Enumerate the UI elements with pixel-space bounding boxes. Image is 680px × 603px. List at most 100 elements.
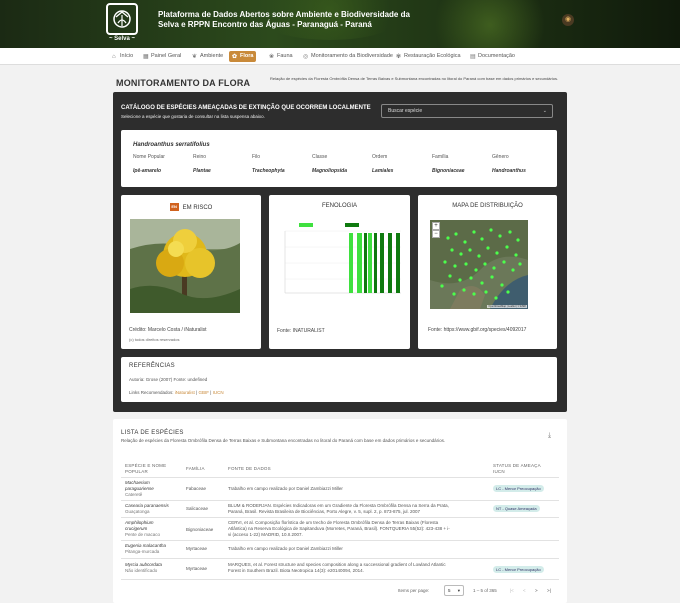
link-iucn[interactable]: IUCN: [213, 390, 224, 395]
table-divider: [121, 540, 559, 541]
header-foliage: [420, 0, 560, 48]
tax-value: Handroanthus: [492, 168, 526, 174]
prev-page-icon[interactable]: <: [523, 588, 526, 593]
species-list-title: LISTA DE ESPÉCIES: [121, 430, 184, 436]
bar-flowering: [368, 233, 372, 293]
table-row-source: MARQUES, et al. Forest structure and spe…: [228, 562, 446, 573]
link-gbif[interactable]: GBIF: [198, 390, 209, 395]
species-list-subtitle: Relação de espécies da Floresta Ombrófil…: [121, 438, 446, 443]
paw-icon: ❀: [269, 54, 275, 60]
table-row-source: CERVI, et al. Composição florística de u…: [228, 520, 450, 537]
photo-credit: Crédito: Marcelo Costa / iNaturalist: [129, 327, 207, 333]
species-photo[interactable]: [130, 219, 240, 313]
nav-item-painel-geral[interactable]: ▦ Painel Geral: [140, 51, 184, 62]
tax-header: Família: [432, 154, 449, 160]
leaf-icon: ❦: [192, 54, 198, 60]
table-divider: [121, 477, 559, 478]
table-row-source: Trabalho em campo realizado por Daniel Z…: [228, 546, 343, 551]
items-per-page-select[interactable]: 5 ▾: [444, 585, 464, 596]
taxonomy-card: Handroanthus serratifolius Nome Popular …: [121, 130, 557, 187]
status-badge: LC - Menor Preocupação: [493, 485, 544, 492]
species-select[interactable]: Buscar espécie ⌄: [381, 104, 553, 118]
legend-swatch-flowering: [299, 223, 313, 227]
tax-header: Filo: [252, 154, 261, 160]
bar-fruiting: [374, 233, 377, 293]
nav-item-inicio[interactable]: ⌂ Início: [109, 51, 136, 62]
table-divider: [121, 500, 559, 501]
species-name: Handroanthus serratifolius: [133, 142, 210, 148]
table-row-popular: Pente de macaco: [125, 532, 161, 537]
risk-header: EN EM RISCO: [169, 203, 213, 211]
col-header-source: FONTE DE DADOS: [228, 466, 271, 471]
last-page-icon[interactable]: >|: [547, 588, 551, 593]
iucn-badge: EN: [169, 203, 179, 211]
col-header-status: STATUS DE AMEAÇA IUCN: [493, 463, 541, 474]
bar-flowering: [349, 233, 353, 293]
tax-header: Gênero: [492, 154, 509, 160]
bar-fruiting: [396, 233, 400, 293]
nav-item-flora[interactable]: ✿ Flora: [229, 51, 257, 62]
tax-value: Bignoniaceae: [432, 168, 465, 174]
catalog-subtitle: Selecione a espécie que gostaria de cons…: [121, 114, 265, 119]
table-row-species[interactable]: Amphilophium crucigerum: [125, 520, 154, 532]
references-card: REFERÊNCIAS Autoria: Grose (2007) Fonte:…: [121, 357, 557, 402]
sprout-icon: ✾: [396, 54, 402, 60]
nav-item-monitoramento[interactable]: ◎ Monitoramento da Biodiversidade: [300, 51, 396, 62]
page-subtitle: Relação de espécies da Floresta Ombrófil…: [270, 76, 559, 81]
tax-value: Ipê-amarelo: [133, 168, 162, 174]
status-badge: LC - Menor Preocupação: [493, 566, 544, 573]
nav-item-documentacao[interactable]: ▤ Documentação: [467, 51, 518, 62]
logo-text: ~ Selva ~: [108, 36, 136, 42]
photo-rights: (c) todos direitos reservados: [129, 337, 180, 342]
binoculars-icon: ◎: [303, 54, 309, 60]
risk-card: EN EM RISCO Crédito: Marcelo Costa / iNat…: [121, 195, 261, 349]
zoom-in-button[interactable]: +: [432, 222, 440, 230]
bar-fruiting: [364, 233, 367, 293]
tax-header: Classe: [312, 154, 328, 160]
caret-down-icon: ▾: [457, 588, 460, 593]
mascot-icon[interactable]: ◉: [562, 14, 574, 26]
references-author: Autoria: Grose (2007) Fonte: undefined: [129, 377, 208, 382]
map-card: MAPA DE DISTRIBUIÇÃO + − OpenStreetMap |…: [418, 195, 557, 349]
table-divider: [121, 517, 559, 518]
page-title: MONITORAMENTO DA FLORA: [116, 78, 251, 88]
distribution-map[interactable]: + − OpenStreetMap | Leaflet | © ESRI: [430, 220, 528, 309]
nav-item-ambiente[interactable]: ❦ Ambiente: [189, 51, 226, 62]
phenology-source: Fonte: INATURALIST: [277, 328, 325, 334]
bar-fruiting: [388, 233, 392, 293]
main-nav: ⌂ Início ▦ Painel Geral ❦ Ambiente ✿ Flora ❀…: [0, 48, 680, 65]
table-row-family: Myrtaceae: [186, 566, 208, 571]
legend-swatch-fruiting: [345, 223, 359, 227]
map-attribution: OpenStreetMap | Leaflet | © ESRI: [487, 305, 527, 308]
col-header-family: FAMÍLIA: [186, 466, 205, 471]
next-page-icon[interactable]: >: [535, 588, 538, 593]
phenology-title: FENOLOGIA: [321, 203, 357, 209]
table-divider: [121, 579, 559, 580]
col-header-species: ESPÉCIE E NOME POPULAR: [125, 463, 167, 474]
platform-title: Plataforma de Dados Abertos sobre Ambien…: [158, 10, 410, 29]
download-icon[interactable]: ⤓: [548, 432, 551, 440]
references-links: Links Recomendados: iNaturalist | GBIF |…: [129, 390, 224, 395]
link-inaturalist[interactable]: iNaturalist: [175, 390, 195, 395]
table-row-family: Fabaceae: [186, 486, 207, 491]
zoom-out-button[interactable]: −: [432, 230, 440, 238]
map-title: MAPA DE DISTRIBUIÇÃO: [452, 203, 523, 209]
chevron-down-icon: ⌄: [542, 108, 547, 114]
status-badge: NT - Quase Ameaçada: [493, 505, 540, 512]
first-page-icon[interactable]: |<: [510, 588, 514, 593]
tax-value: Plantae: [193, 168, 211, 174]
phenology-chart: [284, 223, 401, 294]
tax-value: Tracheophyta: [252, 168, 285, 174]
selva-logo-icon[interactable]: [106, 3, 138, 35]
tax-header: Nome Popular: [133, 154, 165, 160]
table-row-source: Trabalho em campo realizado por Daniel Z…: [228, 486, 343, 491]
nav-item-restauracao[interactable]: ✾ Restauração Ecológica: [393, 51, 464, 62]
table-row-species[interactable]: Machaerium paraguariense: [125, 480, 154, 492]
table-row-popular: Guaçatonga: [125, 509, 150, 514]
nav-item-fauna[interactable]: ❀ Fauna: [266, 51, 296, 62]
table-row-popular: Não identificado: [125, 568, 158, 573]
table-row-source: BLUM & RODERJAN. Espécies Indicadoras em…: [228, 503, 449, 514]
phenology-card: FENOLOGIA Fonte: INATURALIST: [269, 195, 410, 349]
tax-header: Reino: [193, 154, 207, 160]
map-source: Fonte: https://www.gbif.org/species/4092…: [428, 327, 527, 333]
